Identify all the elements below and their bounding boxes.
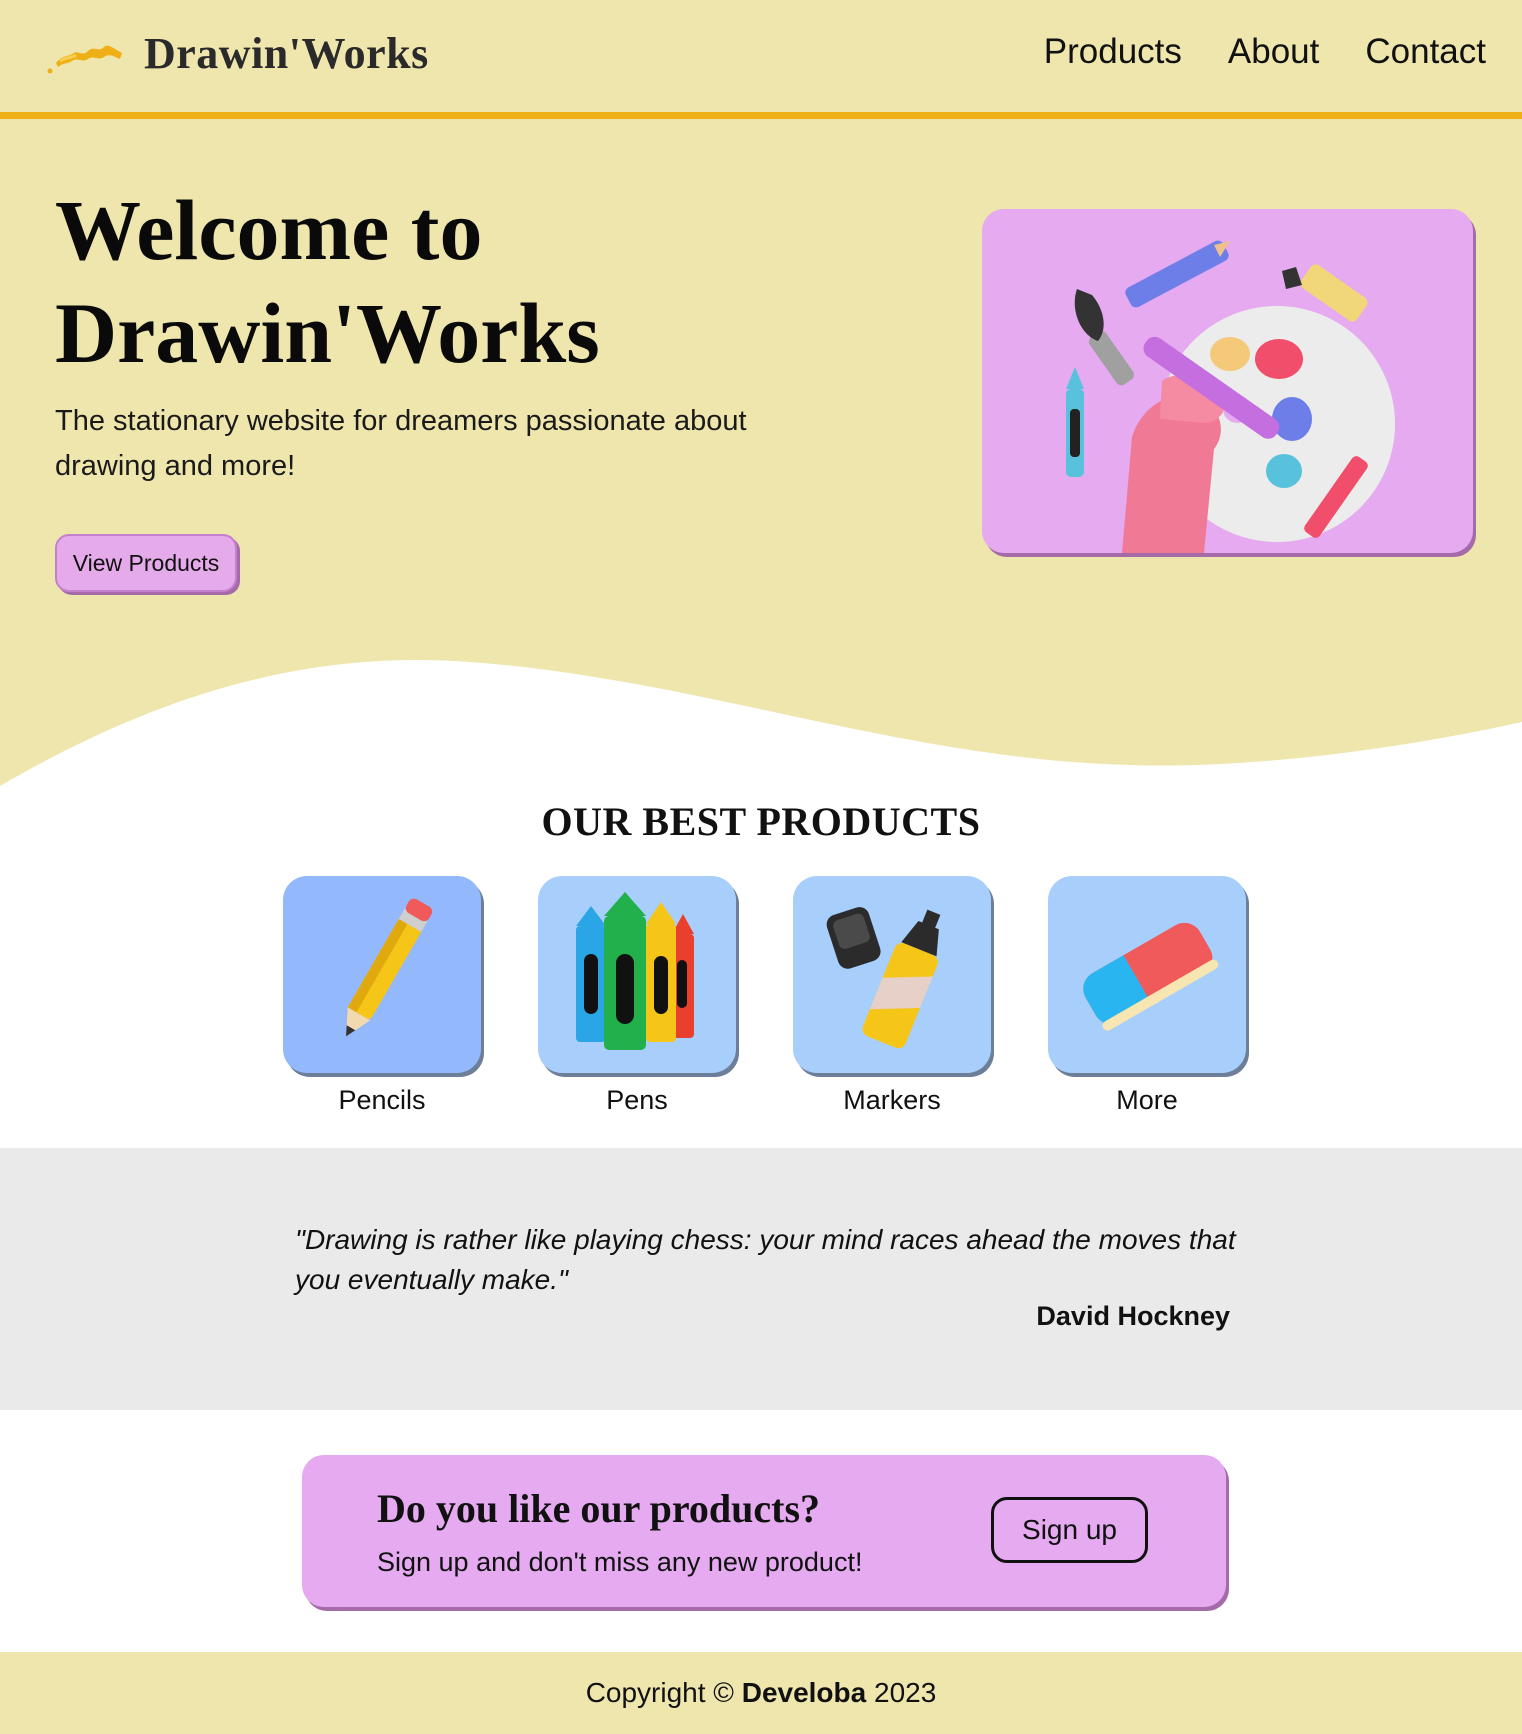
product-label-markers: Markers — [843, 1085, 941, 1115]
hero-title-line1: Welcome to — [55, 182, 483, 278]
signup-cta: Do you like our products? Sign up and do… — [302, 1455, 1226, 1607]
nav-about[interactable]: About — [1228, 32, 1319, 72]
footer-year: 2023 — [874, 1677, 937, 1708]
marker-icon — [826, 907, 941, 1049]
hero-title: Welcome to Drawin'Works — [55, 179, 815, 385]
view-products-button[interactable]: View Products — [55, 534, 237, 592]
brand-name: Drawin'Works — [144, 29, 429, 78]
product-label-pencils: Pencils — [338, 1085, 426, 1115]
main-nav: Products About Contact — [1044, 32, 1486, 72]
hero-title-line2: Drawin'Works — [55, 285, 600, 381]
products-title: OUR BEST PRODUCTS — [541, 799, 981, 844]
product-pencils[interactable]: Pencils — [283, 876, 481, 1116]
crayons-icon — [576, 892, 694, 1050]
logo[interactable]: Drawin'Works — [46, 28, 429, 79]
footer-copyright: Copyright © — [585, 1677, 734, 1708]
site-header: Drawin'Works Products About Contact — [0, 0, 1522, 119]
product-label-pens: Pens — [606, 1085, 668, 1115]
product-more[interactable]: More — [1048, 876, 1246, 1116]
product-markers[interactable]: Markers — [793, 876, 991, 1116]
quote-section: "Drawing is rather like playing chess: y… — [0, 1148, 1522, 1410]
nav-contact[interactable]: Contact — [1365, 32, 1486, 72]
hero-subtitle: The stationary website for dreamers pass… — [55, 405, 747, 482]
site-footer: Copyright © Develoba 2023 — [0, 1652, 1522, 1734]
paint-stroke-icon — [47, 45, 122, 74]
nav-products[interactable]: Products — [1044, 32, 1182, 72]
product-pens[interactable]: Pens — [538, 876, 736, 1116]
cta-title: Do you like our products? — [377, 1486, 821, 1531]
quote-text: "Drawing is rather like playing chess: y… — [295, 1224, 1236, 1295]
product-card-more[interactable] — [1048, 876, 1246, 1073]
eraser-icon — [1083, 922, 1219, 1031]
quote-author: David Hockney — [1036, 1301, 1230, 1331]
sign-up-button[interactable]: Sign up — [991, 1497, 1148, 1563]
pencil-icon — [346, 898, 433, 1037]
footer-company[interactable]: Develoba — [742, 1677, 867, 1708]
cta-subtitle: Sign up and don't miss any new product! — [377, 1547, 863, 1577]
hero-section: Welcome to Drawin'Works The stationary w… — [0, 119, 1522, 799]
product-label-more: More — [1116, 1085, 1178, 1115]
product-card-pencils[interactable] — [283, 876, 481, 1073]
product-card-markers[interactable] — [793, 876, 991, 1073]
product-card-pens[interactable] — [538, 876, 736, 1073]
hero-image — [982, 209, 1473, 553]
paint-palette-icon — [1066, 240, 1395, 553]
